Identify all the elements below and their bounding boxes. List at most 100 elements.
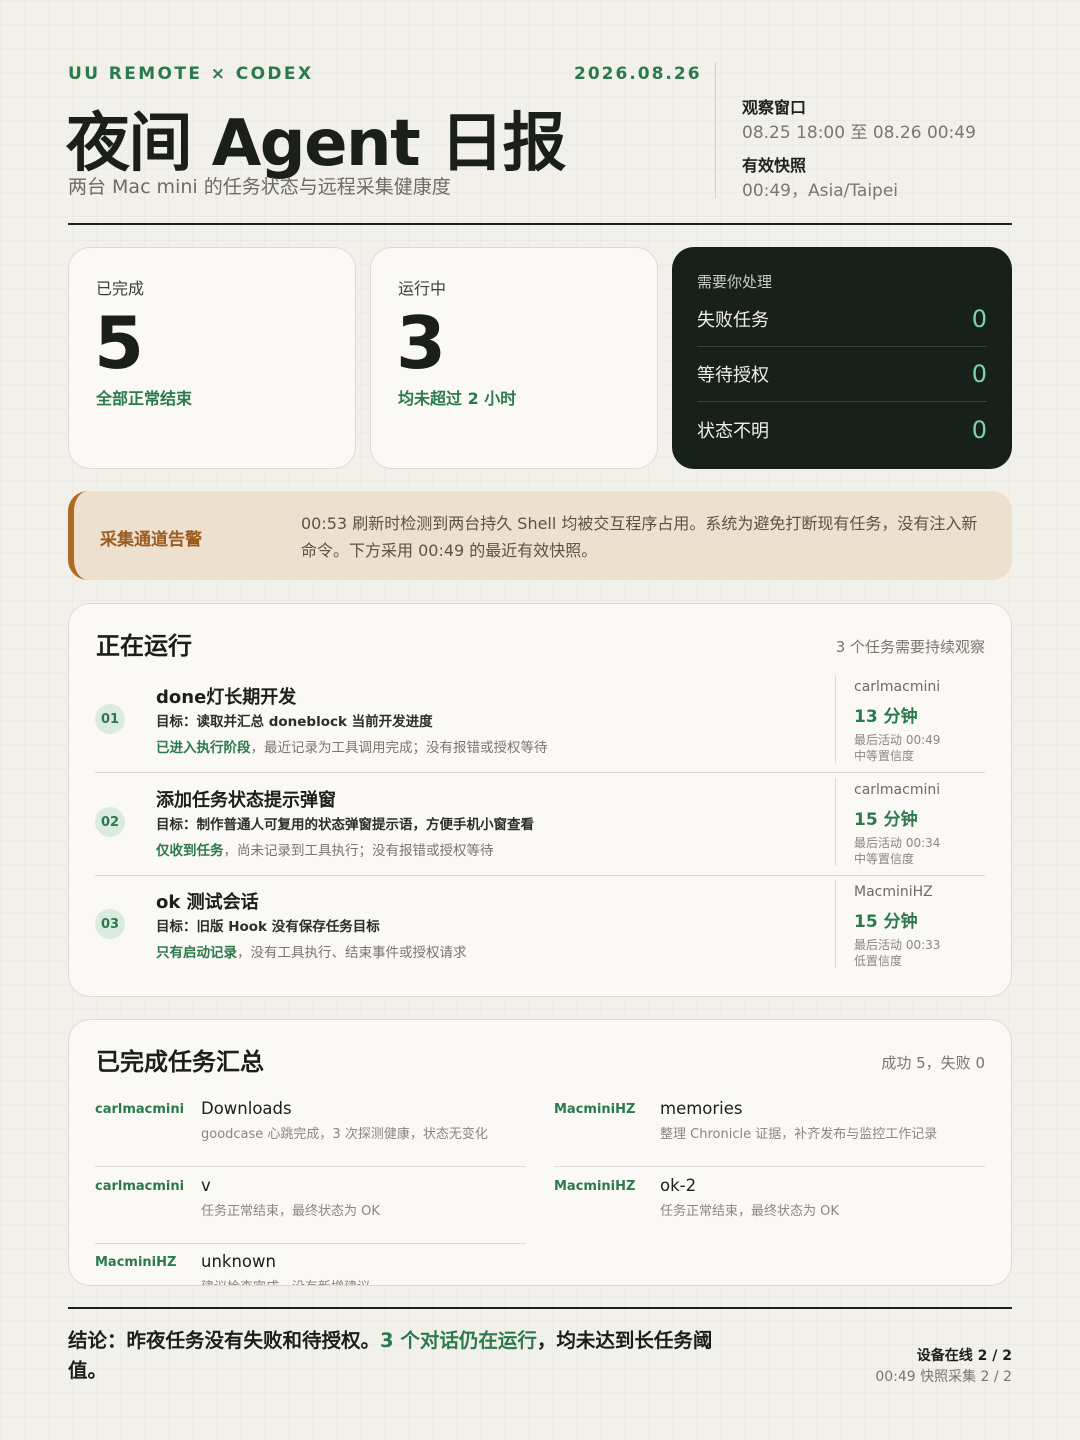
window-value: 08.25 18:00 至 08.26 00:49 bbox=[742, 123, 976, 143]
attention-row-unknown: 状态不明 0 bbox=[697, 402, 987, 457]
task-duration: 15 分钟 bbox=[854, 912, 918, 932]
task-status-detail: ，尚未记录到工具执行；没有报错或授权等待 bbox=[223, 843, 494, 859]
task-status-highlight: 仅收到任务 bbox=[156, 843, 224, 859]
attention-row-value: 0 bbox=[971, 415, 987, 444]
completed-stat-value: 5 bbox=[94, 301, 145, 385]
attention-row-label: 失败任务 bbox=[697, 310, 769, 331]
task-host: carlmacmini bbox=[854, 679, 941, 695]
task-status-highlight: 已进入执行阶段 bbox=[156, 740, 251, 756]
attention-title: 需要你处理 bbox=[697, 273, 773, 291]
task-last-activity: 最后活动 00:34 bbox=[854, 836, 941, 850]
completed-item[interactable]: MacminiHZ ok-2 任务正常结束，最终状态为 OK bbox=[554, 1167, 985, 1244]
task-number-badge: 02 bbox=[95, 807, 125, 837]
completed-panel-meta: 成功 5，失败 0 bbox=[881, 1054, 985, 1072]
devices-online-status: 设备在线 2 / 2 bbox=[916, 1348, 1012, 1364]
conclusion-lead: 结论：昨夜任务没有失败和待授权。 bbox=[68, 1329, 381, 1352]
task-goal: 目标：旧版 Hook 没有保存任务目标 bbox=[156, 919, 380, 935]
completed-tasks-panel: 已完成任务汇总 成功 5，失败 0 carlmacmini Downloads … bbox=[68, 1019, 1012, 1286]
task-duration: 15 分钟 bbox=[854, 810, 918, 830]
completed-item-name: memories bbox=[660, 1099, 743, 1118]
task-side-info: MacminiHZ 15 分钟 最后活动 00:33 低置信度 bbox=[835, 880, 985, 968]
completed-stat-label: 已完成 bbox=[96, 279, 145, 298]
page-subtitle: 两台 Mac mini 的任务状态与远程采集健康度 bbox=[68, 176, 451, 198]
task-side-info: carlmacmini 13 分钟 最后活动 00:49 中等置信度 bbox=[835, 675, 985, 763]
completed-item-desc: 整理 Chronicle 证据，补齐发布与监控工作记录 bbox=[660, 1127, 938, 1142]
conclusion-highlight: 3 个对话仍在运行 bbox=[380, 1329, 537, 1352]
completed-stat-note: 全部正常结束 bbox=[96, 389, 193, 408]
attention-row-label: 状态不明 bbox=[697, 420, 769, 442]
task-row[interactable]: 02 添加任务状态提示弹窗 目标：制作普通人可复用的状态弹窗提示语，方便手机小窗… bbox=[95, 774, 985, 876]
conclusion-text: 结论：昨夜任务没有失败和待授权。3 个对话仍在运行，均未达到长任务阈值。 bbox=[68, 1326, 748, 1386]
completed-item-desc: 任务正常结束，最终状态为 OK bbox=[660, 1204, 839, 1219]
task-status: 仅收到任务，尚未记录到工具执行；没有报错或授权等待 bbox=[156, 839, 494, 859]
running-tasks-panel: 正在运行 3 个任务需要持续观察 01 done灯长期开发 目标：读取并汇总 d… bbox=[68, 603, 1012, 997]
task-host: carlmacmini bbox=[854, 782, 941, 798]
running-stat-label: 运行中 bbox=[398, 279, 447, 298]
completed-item-desc: 建议检查完成，没有新增建议 bbox=[201, 1276, 370, 1285]
task-goal: 目标：制作普通人可复用的状态弹窗提示语，方便手机小窗查看 bbox=[156, 817, 534, 833]
brand-label: UU REMOTE × CODEX bbox=[68, 64, 314, 84]
attention-row-label: 等待授权 bbox=[697, 365, 769, 386]
header-divider bbox=[715, 62, 716, 198]
daily-report-page: UU REMOTE × CODEX 2026.08.26 夜间 Agent 日报… bbox=[0, 0, 1080, 1440]
task-confidence: 中等置信度 bbox=[854, 749, 915, 763]
completed-item-host: MacminiHZ bbox=[95, 1255, 177, 1270]
attention-card: 需要你处理 失败任务 0 等待授权 0 状态不明 0 bbox=[672, 247, 1012, 469]
task-status-highlight: 只有启动记录 bbox=[156, 945, 237, 961]
task-name: 添加任务状态提示弹窗 bbox=[156, 790, 336, 811]
task-host: MacminiHZ bbox=[854, 884, 933, 900]
task-status-detail: ，没有工具执行、结束事件或授权请求 bbox=[237, 945, 467, 961]
task-row[interactable]: 01 done灯长期开发 目标：读取并汇总 doneblock 当前开发进度 已… bbox=[95, 671, 985, 773]
completed-item[interactable]: MacminiHZ unknown 建议检查完成，没有新增建议 bbox=[95, 1243, 526, 1285]
running-stat-value: 3 bbox=[396, 301, 447, 385]
task-row[interactable]: 03 ok 测试会话 目标：旧版 Hook 没有保存任务目标 只有启动记录，没有… bbox=[95, 876, 985, 978]
collection-warning-banner: 采集通道告警 00:53 刷新时检测到两台持久 Shell 均被交互程序占用。系… bbox=[68, 491, 1012, 580]
running-panel-meta: 3 个任务需要持续观察 bbox=[835, 638, 985, 656]
completed-item[interactable]: MacminiHZ memories 整理 Chronicle 证据，补齐发布与… bbox=[554, 1090, 985, 1167]
task-goal: 目标：读取并汇总 doneblock 当前开发进度 bbox=[156, 714, 433, 730]
warning-title: 采集通道告警 bbox=[100, 530, 202, 550]
task-duration: 13 分钟 bbox=[854, 707, 918, 727]
window-label: 观察窗口 bbox=[742, 98, 807, 117]
completed-item-host: carlmacmini bbox=[95, 1102, 185, 1117]
completed-item-desc: goodcase 心跳完成，3 次探测健康，状态无变化 bbox=[201, 1127, 488, 1142]
running-stat-note: 均未超过 2 小时 bbox=[398, 389, 517, 408]
completed-panel-title: 已完成任务汇总 bbox=[96, 1048, 264, 1076]
running-stat-card: 运行中 3 均未超过 2 小时 bbox=[370, 247, 658, 469]
completed-item-name: v bbox=[201, 1176, 211, 1195]
task-number-badge: 01 bbox=[95, 704, 125, 734]
running-panel-title: 正在运行 bbox=[96, 632, 192, 660]
task-number-badge: 03 bbox=[95, 909, 125, 939]
task-status: 已进入执行阶段，最近记录为工具调用完成；没有报错或授权等待 bbox=[156, 736, 548, 756]
completed-item-name: ok-2 bbox=[660, 1176, 697, 1195]
completed-item[interactable]: carlmacmini Downloads goodcase 心跳完成，3 次探… bbox=[95, 1090, 526, 1167]
attention-row-failed: 失败任务 0 bbox=[697, 292, 987, 347]
completed-item-host: carlmacmini bbox=[95, 1179, 185, 1194]
page-title: 夜间 Agent 日报 bbox=[66, 107, 566, 181]
task-name: done灯长期开发 bbox=[156, 687, 297, 708]
task-confidence: 低置信度 bbox=[854, 954, 903, 968]
report-date: 2026.08.26 bbox=[574, 64, 702, 84]
completed-item-host: MacminiHZ bbox=[554, 1102, 636, 1117]
attention-row-value: 0 bbox=[971, 360, 987, 388]
task-last-activity: 最后活动 00:33 bbox=[854, 938, 941, 952]
task-confidence: 中等置信度 bbox=[854, 852, 915, 866]
task-status-detail: ，最近记录为工具调用完成；没有报错或授权等待 bbox=[250, 740, 548, 756]
attention-row-authorization: 等待授权 0 bbox=[697, 347, 987, 402]
task-side-info: carlmacmini 15 分钟 最后活动 00:34 中等置信度 bbox=[835, 778, 985, 866]
completed-item-name: unknown bbox=[201, 1252, 276, 1271]
header-rule bbox=[68, 223, 1012, 225]
warning-text: 00:53 刷新时检测到两台持久 Shell 均被交互程序占用。系统为避免打断现… bbox=[301, 514, 978, 560]
footer-rule bbox=[68, 1307, 1012, 1309]
snapshot-value: 00:49，Asia/Taipei bbox=[742, 181, 899, 201]
task-last-activity: 最后活动 00:49 bbox=[854, 733, 941, 747]
task-status: 只有启动记录，没有工具执行、结束事件或授权请求 bbox=[156, 941, 467, 961]
completed-item-name: Downloads bbox=[201, 1099, 292, 1118]
task-name: ok 测试会话 bbox=[156, 892, 259, 913]
completed-item-desc: 任务正常结束，最终状态为 OK bbox=[201, 1204, 380, 1219]
completed-item[interactable]: carlmacmini v 任务正常结束，最终状态为 OK bbox=[95, 1167, 526, 1244]
completed-stat-card: 已完成 5 全部正常结束 bbox=[68, 247, 356, 469]
snapshot-label: 有效快照 bbox=[742, 156, 807, 175]
attention-row-value: 0 bbox=[971, 305, 987, 333]
snapshot-collection-status: 00:49 快照采集 2 / 2 bbox=[875, 1369, 1012, 1385]
